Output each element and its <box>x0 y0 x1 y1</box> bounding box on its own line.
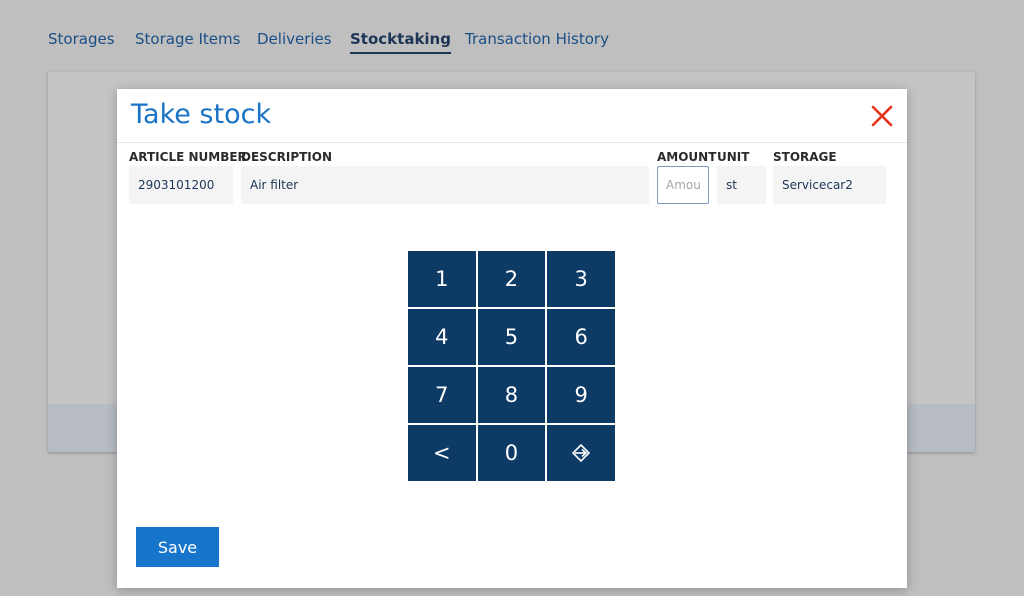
numeric-keypad: 1 2 3 4 5 6 7 8 9 < 0 <box>408 251 615 481</box>
tab-storages[interactable]: Storages <box>48 30 115 48</box>
dialog-title: Take stock <box>131 99 272 130</box>
key-4[interactable]: 4 <box>408 309 476 365</box>
tab-transaction-history[interactable]: Transaction History <box>465 30 609 48</box>
key-1[interactable]: 1 <box>408 251 476 307</box>
key-backspace[interactable]: < <box>408 425 476 481</box>
unit-label: UNIT <box>717 150 750 164</box>
key-6[interactable]: 6 <box>547 309 615 365</box>
close-icon <box>871 105 893 127</box>
save-button[interactable]: Save <box>136 527 219 567</box>
top-nav-tabs: Storages Storage Items Deliveries Stockt… <box>0 0 1024 72</box>
key-enter[interactable] <box>547 425 615 481</box>
description-value: Air filter <box>241 166 649 204</box>
article-number-value: 2903101200 <box>129 166 233 204</box>
amount-label: AMOUNT <box>657 150 717 164</box>
storage-label: STORAGE <box>773 150 837 164</box>
tab-deliveries[interactable]: Deliveries <box>257 30 332 48</box>
key-7[interactable]: 7 <box>408 367 476 423</box>
key-3[interactable]: 3 <box>547 251 615 307</box>
description-label: DESCRIPTION <box>241 150 333 164</box>
tab-storage-items[interactable]: Storage Items <box>135 30 240 48</box>
take-stock-dialog: Take stock ARTICLE NUMBER DESCRIPTION AM… <box>117 89 907 588</box>
article-number-label: ARTICLE NUMBER <box>129 150 247 164</box>
key-5[interactable]: 5 <box>477 309 546 365</box>
enter-diamond-icon <box>572 443 591 463</box>
key-8[interactable]: 8 <box>477 367 546 423</box>
amount-input[interactable] <box>657 166 709 204</box>
key-9[interactable]: 9 <box>547 367 615 423</box>
close-button[interactable] <box>869 103 895 129</box>
unit-value: st <box>717 166 766 204</box>
key-0[interactable]: 0 <box>477 425 546 481</box>
storage-value: Servicecar2 <box>773 166 886 204</box>
key-2[interactable]: 2 <box>477 251 546 307</box>
header-divider <box>117 142 907 143</box>
tab-stocktaking[interactable]: Stocktaking <box>350 30 451 54</box>
